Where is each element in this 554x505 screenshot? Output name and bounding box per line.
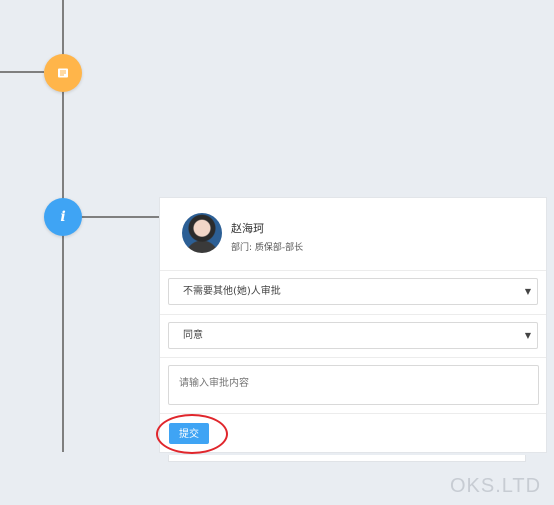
caret-down-icon: ▼ [524, 287, 531, 296]
document-icon [44, 54, 82, 92]
comment-textarea[interactable] [168, 365, 539, 405]
timeline-connector [0, 71, 44, 73]
info-icon: i [44, 198, 82, 236]
watermark: OKS.LTD [450, 475, 542, 497]
highlight-circle [156, 414, 228, 454]
decision-select[interactable]: 同意 ▼ [168, 322, 538, 349]
next-approver-select-value: 不需要其他(她)人审批 [183, 286, 281, 297]
approver-name: 赵海珂 [231, 222, 264, 235]
timeline-connector [80, 216, 160, 218]
decision-row: 同意 ▼ [160, 314, 546, 358]
approver-info: 赵海珂 部门: 质保部-部长 [160, 198, 546, 271]
comment-row [160, 357, 546, 414]
caret-down-icon: ▼ [524, 331, 531, 340]
approver-department: 部门: 质保部-部长 [231, 243, 304, 253]
card-stack-edge [168, 455, 526, 462]
decision-select-value: 同意 [183, 330, 203, 341]
avatar [182, 213, 222, 253]
next-approver-select[interactable]: 不需要其他(她)人审批 ▼ [168, 278, 538, 305]
approval-card: 赵海珂 部门: 质保部-部长 不需要其他(她)人审批 ▼ 同意 ▼ 提交 [159, 197, 547, 453]
next-approver-row: 不需要其他(她)人审批 ▼ [160, 270, 546, 315]
